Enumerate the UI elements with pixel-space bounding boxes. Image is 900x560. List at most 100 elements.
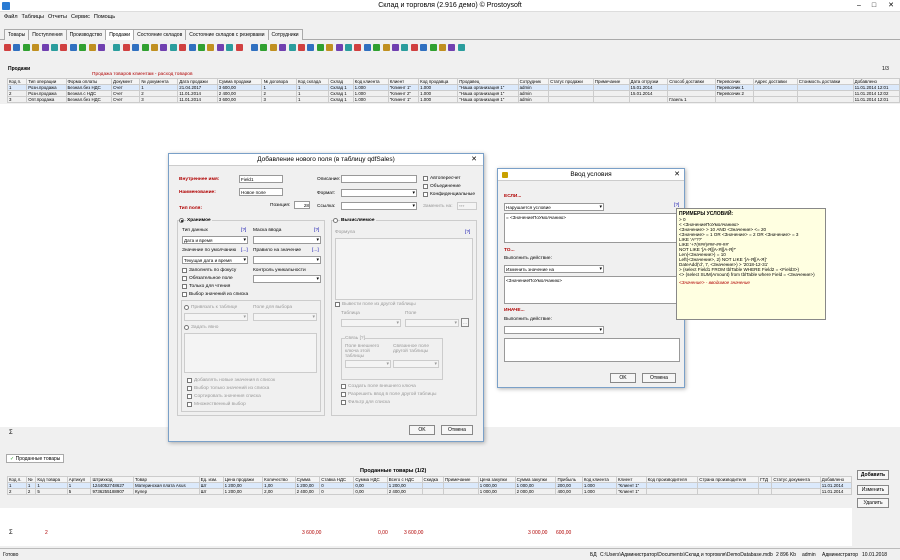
- toolbar-icon-24[interactable]: [235, 44, 243, 51]
- data-type-help-link[interactable]: [?]: [241, 228, 246, 233]
- table-cell[interactable]: 5: [35, 488, 68, 495]
- toolbar-icon-3[interactable]: [32, 44, 40, 51]
- validation-help-link[interactable]: [...]: [312, 248, 319, 253]
- toolbar-icon-18[interactable]: [179, 44, 187, 51]
- tab-3[interactable]: Продажи: [105, 29, 135, 40]
- manual-list-box[interactable]: [184, 333, 317, 373]
- allow-edit-other-checkbox[interactable]: [341, 392, 346, 397]
- toolbar-icon-11[interactable]: [113, 44, 121, 51]
- table-cell[interactable]: [421, 488, 445, 495]
- toolbar-icon-7[interactable]: [69, 44, 77, 51]
- delete-button[interactable]: Удалить: [857, 498, 889, 508]
- choose-from-list-checkbox[interactable]: [182, 292, 187, 297]
- toolbar-icon-1[interactable]: [13, 44, 21, 51]
- table-cell[interactable]: 2 400,00: [386, 488, 423, 495]
- table-cell[interactable]: 1 000,00: [477, 488, 516, 495]
- maximize-icon[interactable]: □: [867, 1, 881, 10]
- tab-1[interactable]: Поступления: [28, 29, 67, 40]
- condition-close-icon[interactable]: ✕: [670, 170, 684, 179]
- table-row[interactable]: 3 Опт.продажа Безнал.без НДС Счет 3 11.01.201…: [6, 96, 900, 103]
- tab-4[interactable]: Состояние складов: [133, 29, 187, 40]
- menu-item-3[interactable]: Сервис: [71, 12, 90, 22]
- confidential-checkbox[interactable]: [423, 192, 428, 197]
- default-help-link[interactable]: [...]: [241, 248, 248, 253]
- table-cell[interactable]: 5: [66, 488, 92, 495]
- toolbar-icon-40[interactable]: [392, 44, 399, 51]
- table-cell[interactable]: 1: [295, 96, 330, 103]
- minimize-icon[interactable]: –: [852, 1, 866, 10]
- other-table-select[interactable]: [341, 319, 401, 327]
- table-cell[interactable]: 1.000: [418, 96, 459, 103]
- table-cell[interactable]: 11.01.2014: [177, 96, 218, 103]
- toolbar-icon-2[interactable]: [22, 44, 30, 51]
- toolbar-icon-6[interactable]: [60, 44, 68, 51]
- table-cell[interactable]: Шт: [198, 488, 224, 495]
- table-cell[interactable]: [758, 488, 773, 495]
- then-select[interactable]: Изменить значение на: [504, 265, 604, 273]
- name-input[interactable]: Новое поле: [239, 188, 283, 196]
- description-input[interactable]: [341, 175, 417, 183]
- table-cell[interactable]: 3: [139, 96, 179, 103]
- table-cell[interactable]: 1.000: [352, 96, 389, 103]
- table-cell[interactable]: 3 600,00: [216, 96, 263, 103]
- toolbar-icon-47[interactable]: [457, 44, 465, 51]
- close-icon[interactable]: ✕: [884, 1, 898, 10]
- then-value-box[interactable]: <ЗначениеПоУмолчанию>: [504, 276, 680, 304]
- readonly-checkbox[interactable]: [182, 284, 187, 289]
- else-value-box[interactable]: [504, 338, 680, 362]
- uniqueness-select[interactable]: [253, 275, 321, 283]
- toolbar-icon-37[interactable]: [363, 44, 371, 51]
- toolbar-icon-30[interactable]: [298, 44, 305, 51]
- add-button[interactable]: Добавить: [857, 470, 889, 480]
- toolbar-icon-19[interactable]: [188, 44, 196, 51]
- menu-item-0[interactable]: Файл: [4, 12, 18, 22]
- table-cell[interactable]: [443, 488, 479, 495]
- condition-cancel-button[interactable]: Отмена: [642, 373, 676, 383]
- sort-values-checkbox[interactable]: [187, 394, 192, 399]
- table-cell[interactable]: 3: [261, 96, 297, 103]
- toolbar-icon-10[interactable]: [98, 44, 105, 51]
- table-cell[interactable]: Газель 1: [667, 96, 716, 103]
- else-select[interactable]: [504, 326, 604, 334]
- cancel-button[interactable]: Отмена: [441, 425, 473, 435]
- table-cell[interactable]: [645, 488, 699, 495]
- internal-name-input[interactable]: Field1: [239, 175, 283, 183]
- table-cell[interactable]: "Наша организация 1": [457, 96, 519, 103]
- table-cell[interactable]: 1 200,00: [222, 488, 264, 495]
- table-cell[interactable]: 1.000: [581, 488, 618, 495]
- toolbar-icon-46[interactable]: [448, 44, 456, 51]
- table-cell[interactable]: [548, 96, 594, 103]
- table-cell[interactable]: "Клиент 1": [387, 96, 420, 103]
- toolbar-icon-31[interactable]: [307, 44, 315, 51]
- format-select[interactable]: [341, 189, 417, 197]
- table-cell[interactable]: 0,00: [353, 488, 388, 495]
- toolbar-icon-25[interactable]: [251, 44, 258, 51]
- ext-key-select[interactable]: [345, 360, 391, 368]
- toolbar-icon-35[interactable]: [345, 44, 352, 51]
- toolbar-icon-45[interactable]: [439, 44, 446, 51]
- toolbar-icon-16[interactable]: [160, 44, 168, 51]
- autoincrement-checkbox[interactable]: [423, 176, 428, 181]
- other-field-more-button[interactable]: …: [461, 318, 469, 327]
- table-cell[interactable]: [592, 96, 630, 103]
- merge-checkbox[interactable]: [423, 184, 428, 189]
- menu-item-4[interactable]: Помощь: [94, 12, 115, 22]
- toolbar-icon-26[interactable]: [260, 44, 268, 51]
- ok-button[interactable]: OK: [409, 425, 435, 435]
- table-row[interactable]: 2 2 5 5 9736255188907 Кулер Шт 1 200,00 2,00 2 40…: [7, 488, 853, 495]
- required-checkbox[interactable]: [182, 276, 187, 281]
- stored-radio[interactable]: [179, 218, 184, 223]
- if-condition-box[interactable]: = <ЗначениеПоУмолчанию>: [504, 213, 680, 243]
- input-mask-select[interactable]: [253, 236, 321, 244]
- toolbar-icon-23[interactable]: [226, 44, 234, 51]
- table-cell[interactable]: Безнал.без НДС: [65, 96, 113, 103]
- table-cell[interactable]: 2 000,00: [514, 488, 557, 495]
- toolbar-icon-9[interactable]: [88, 44, 96, 51]
- tab-0[interactable]: Товары: [4, 29, 30, 40]
- only-from-list-checkbox[interactable]: [187, 386, 192, 391]
- table-cell[interactable]: "Клиент 1": [616, 488, 647, 495]
- toolbar-icon-4[interactable]: [41, 44, 49, 51]
- formula-help-link[interactable]: [?]: [465, 230, 470, 235]
- position-input[interactable]: 28: [294, 201, 310, 209]
- table-cell[interactable]: Опт.продажа: [26, 96, 67, 103]
